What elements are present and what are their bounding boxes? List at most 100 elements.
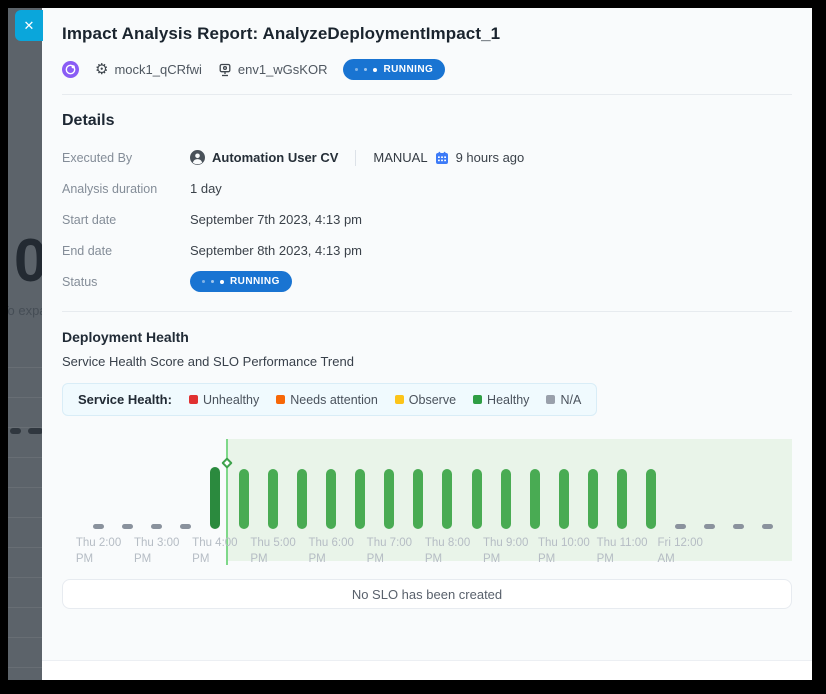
close-button[interactable]: ✕: [15, 10, 43, 41]
background-partial-text: To expa: [8, 303, 47, 318]
deployment-health-chart: Thu 2:00 PM Thu 3:00 PM Thu 4:00 PM Thu 5:0…: [62, 433, 792, 565]
status-badge: RUNNING: [190, 271, 292, 292]
analysis-duration-value: 1 day: [190, 181, 222, 196]
details-heading: Details: [62, 112, 792, 130]
legend-item-healthy: Healthy: [473, 393, 529, 407]
section-divider: [62, 311, 792, 312]
health-bar-healthy: [268, 469, 278, 529]
chart-slot: [695, 433, 724, 529]
health-bar-healthy: [472, 469, 482, 529]
x-tick-label: Thu 4:00 PM: [192, 536, 237, 567]
chart-slot: [636, 433, 665, 529]
health-bar-healthy: [297, 469, 307, 529]
chart-slot: [491, 433, 520, 529]
chart-slot: [462, 433, 491, 529]
running-dots-icon: [355, 68, 358, 71]
chart-slot: [317, 433, 346, 529]
health-bar-healthy: [326, 469, 336, 529]
chart-slot: [229, 433, 258, 529]
chart-slot: [113, 433, 142, 529]
executed-by-row: Executed By Automation User CV MANUAL: [62, 142, 792, 173]
gear-icon: ⚙: [95, 62, 108, 77]
close-icon: ✕: [24, 18, 35, 34]
x-tick-label: Thu 6:00 PM: [309, 536, 354, 567]
status-badge: RUNNING: [343, 59, 445, 80]
row-label: Executed By: [62, 151, 190, 165]
chart-slot: [142, 433, 171, 529]
background-table-rows: [8, 338, 44, 668]
executed-time: 9 hours ago: [456, 150, 525, 165]
x-tick-label: Thu 11:00 PM: [597, 536, 648, 567]
x-tick-label: Thu 3:00 PM: [134, 536, 179, 567]
chart-slot: [607, 433, 636, 529]
chart-slot: [346, 433, 375, 529]
x-tick-label: Thu 8:00 PM: [425, 536, 470, 567]
status-badge-label: RUNNING: [230, 276, 280, 287]
health-bar-healthy: [384, 469, 394, 529]
healthy-swatch-icon: [473, 395, 482, 404]
start-date-row: Start date September 7th 2023, 4:13 pm: [62, 204, 792, 235]
unhealthy-swatch-icon: [189, 395, 198, 404]
health-bar-healthy: [501, 469, 511, 529]
health-bar-healthy: [588, 469, 598, 529]
status-badge-label: RUNNING: [383, 64, 433, 75]
health-bar-healthy: [559, 469, 569, 529]
chart-slot: [578, 433, 607, 529]
impact-analysis-drawer: Impact Analysis Report: AnalyzeDeploymen…: [42, 8, 812, 680]
chart-slot: [724, 433, 753, 529]
health-bar-healthy: [617, 469, 627, 529]
chart-slot: [375, 433, 404, 529]
service-health-legend: Service Health: Unhealthy Needs attentio…: [62, 383, 597, 416]
drawer-footer: [42, 660, 812, 680]
legend-item-observe: Observe: [395, 393, 456, 407]
x-tick-label: Thu 9:00 PM: [483, 536, 528, 567]
deployment-health-subtitle: Service Health Score and SLO Performance…: [62, 354, 792, 369]
x-tick-label: Thu 5:00 PM: [250, 536, 295, 567]
page-title: Impact Analysis Report: AnalyzeDeploymen…: [42, 8, 812, 44]
health-bar-healthy: [646, 469, 656, 529]
health-bar-healthy: [210, 467, 220, 529]
legend-item-unhealthy: Unhealthy: [189, 393, 259, 407]
observe-swatch-icon: [395, 395, 404, 404]
chart-slot: [753, 433, 782, 529]
source-name: mock1_qCRfwi: [114, 62, 201, 77]
x-tick-label: Thu 10:00 PM: [538, 536, 590, 567]
vertical-divider: [355, 150, 356, 166]
health-bar-healthy: [355, 469, 365, 529]
running-dots-icon: [202, 280, 205, 283]
trigger-type: MANUAL: [373, 150, 427, 165]
row-label: End date: [62, 244, 190, 258]
needs-attention-swatch-icon: [276, 395, 285, 404]
source-meta: ⚙ mock1_qCRfwi: [95, 62, 202, 77]
header-divider: [62, 94, 792, 95]
chart-slot: [200, 433, 229, 529]
analysis-duration-row: Analysis duration 1 day: [62, 173, 792, 204]
slo-empty-state: No SLO has been created: [62, 579, 792, 609]
x-axis-labels: Thu 2:00 PM Thu 3:00 PM Thu 4:00 PM Thu 5:0…: [62, 529, 792, 565]
status-row: Status RUNNING: [62, 266, 792, 297]
executed-by-user: Automation User CV: [212, 150, 338, 165]
x-tick-label: Thu 2:00 PM: [76, 536, 121, 567]
row-label: Start date: [62, 213, 190, 227]
impact-analysis-icon: [62, 61, 79, 78]
slo-empty-message: No SLO has been created: [352, 587, 502, 602]
health-bar-healthy: [442, 469, 452, 529]
details-rows: Executed By Automation User CV MANUAL: [62, 142, 792, 297]
start-date-value: September 7th 2023, 4:13 pm: [190, 212, 362, 227]
report-meta-row: ⚙ mock1_qCRfwi env1_wGsKOR RUNNING: [42, 59, 812, 80]
row-label: Status: [62, 275, 190, 289]
x-tick-label: Thu 7:00 PM: [367, 536, 412, 567]
deployment-health-heading: Deployment Health: [62, 329, 792, 345]
chart-slot: [666, 433, 695, 529]
chart-slot: [84, 433, 113, 529]
end-date-row: End date September 8th 2023, 4:13 pm: [62, 235, 792, 266]
chart-slot: [433, 433, 462, 529]
health-bar-healthy: [530, 469, 540, 529]
end-date-value: September 8th 2023, 4:13 pm: [190, 243, 362, 258]
environment-meta: env1_wGsKOR: [218, 62, 328, 77]
chart-slot: [549, 433, 578, 529]
environment-name: env1_wGsKOR: [238, 62, 328, 77]
legend-title: Service Health:: [78, 392, 172, 407]
chart-slot: [288, 433, 317, 529]
environment-icon: [218, 63, 232, 77]
